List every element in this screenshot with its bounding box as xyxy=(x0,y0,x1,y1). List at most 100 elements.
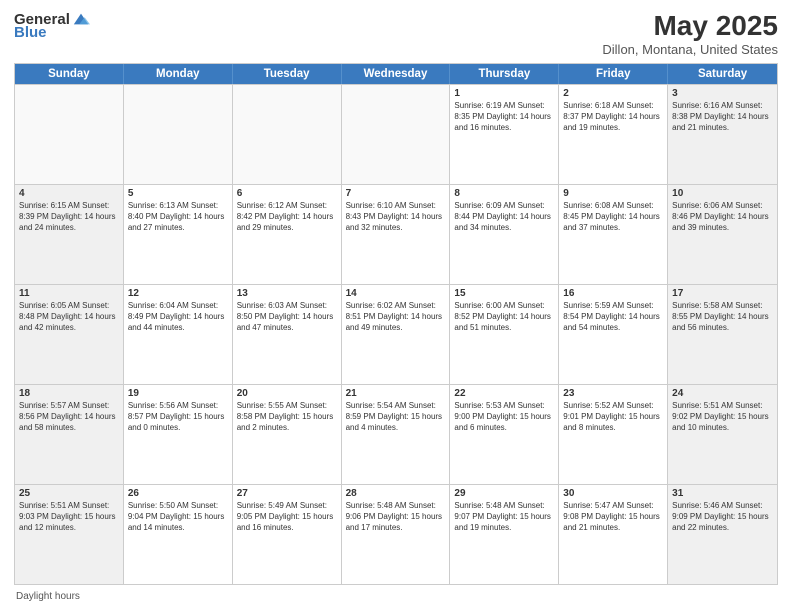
day-info-26: Sunrise: 5:50 AM Sunset: 9:04 PM Dayligh… xyxy=(128,501,228,533)
day-info-19: Sunrise: 5:56 AM Sunset: 8:57 PM Dayligh… xyxy=(128,401,228,433)
footer: Daylight hours xyxy=(14,591,778,602)
day-number-10: 10 xyxy=(672,188,773,199)
day-number-7: 7 xyxy=(346,188,446,199)
day-number-3: 3 xyxy=(672,88,773,99)
day-cell-30: 30 Sunrise: 5:47 AM Sunset: 9:08 PM Dayli… xyxy=(559,485,668,584)
day-info-3: Sunrise: 6:16 AM Sunset: 8:38 PM Dayligh… xyxy=(672,101,773,133)
day-cell-4: 4Sunrise: 6:15 AM Sunset: 8:39 PM Daylig… xyxy=(15,185,124,284)
title-area: May 2025 Dillon, Montana, United States xyxy=(602,10,778,57)
day-info-10: Sunrise: 6:06 AM Sunset: 8:46 PM Dayligh… xyxy=(672,201,773,233)
day-cell-27: 27Sunrise: 5:49 AM Sunset: 9:05 PM Dayli… xyxy=(233,485,342,584)
day-number-16: 16 xyxy=(563,288,663,299)
day-cell-5: 5Sunrise: 6:13 AM Sunset: 8:40 PM Daylig… xyxy=(124,185,233,284)
day-cell-7: 7Sunrise: 6:10 AM Sunset: 8:43 PM Daylig… xyxy=(342,185,451,284)
calendar-week-4: 18 Sunrise: 5:57 AM Sunset: 8:56 PM Dayli… xyxy=(15,384,777,484)
day-cell-29: 29 Sunrise: 5:48 AM Sunset: 9:07 PM Dayli… xyxy=(450,485,559,584)
calendar-header-cell-wednesday: Wednesday xyxy=(342,64,451,84)
day-info-1: Sunrise: 6:19 AM Sunset: 8:35 PM Dayligh… xyxy=(454,101,554,133)
calendar-header-cell-tuesday: Tuesday xyxy=(233,64,342,84)
day-info-23: Sunrise: 5:52 AM Sunset: 9:01 PM Dayligh… xyxy=(563,401,663,433)
day-number-18: 18 xyxy=(19,388,119,399)
day-info-24: Sunrise: 5:51 AM Sunset: 9:02 PM Dayligh… xyxy=(672,401,773,433)
day-cell-3: 3 Sunrise: 6:16 AM Sunset: 8:38 PM Daylig… xyxy=(668,85,777,184)
day-cell-23: 23 Sunrise: 5:52 AM Sunset: 9:01 PM Dayli… xyxy=(559,385,668,484)
day-cell-16: 16 Sunrise: 5:59 AM Sunset: 8:54 PM Dayli… xyxy=(559,285,668,384)
calendar-header-cell-saturday: Saturday xyxy=(668,64,777,84)
calendar-header-cell-monday: Monday xyxy=(124,64,233,84)
calendar-header-cell-friday: Friday xyxy=(559,64,668,84)
day-number-4: 4 xyxy=(19,188,119,199)
day-info-27: Sunrise: 5:49 AM Sunset: 9:05 PM Dayligh… xyxy=(237,501,337,533)
header: General Blue May 2025 Dillon, Montana, U… xyxy=(14,10,778,57)
day-number-23: 23 xyxy=(563,388,663,399)
day-number-8: 8 xyxy=(454,188,554,199)
day-cell-10: 10 Sunrise: 6:06 AM Sunset: 8:46 PM Dayli… xyxy=(668,185,777,284)
day-cell-19: 19Sunrise: 5:56 AM Sunset: 8:57 PM Dayli… xyxy=(124,385,233,484)
day-number-28: 28 xyxy=(346,488,446,499)
calendar-header: SundayMondayTuesdayWednesdayThursdayFrid… xyxy=(15,64,777,84)
empty-cell xyxy=(342,85,451,184)
day-number-13: 13 xyxy=(237,288,337,299)
day-cell-14: 14 Sunrise: 6:02 AM Sunset: 8:51 PM Dayli… xyxy=(342,285,451,384)
day-number-30: 30 xyxy=(563,488,663,499)
calendar-header-cell-sunday: Sunday xyxy=(15,64,124,84)
day-info-30: Sunrise: 5:47 AM Sunset: 9:08 PM Dayligh… xyxy=(563,501,663,533)
calendar-week-3: 11 Sunrise: 6:05 AM Sunset: 8:48 PM Dayli… xyxy=(15,284,777,384)
day-info-29: Sunrise: 5:48 AM Sunset: 9:07 PM Dayligh… xyxy=(454,501,554,533)
day-cell-1: 1 Sunrise: 6:19 AM Sunset: 8:35 PM Daylig… xyxy=(450,85,559,184)
day-cell-22: 22Sunrise: 5:53 AM Sunset: 9:00 PM Dayli… xyxy=(450,385,559,484)
day-info-16: Sunrise: 5:59 AM Sunset: 8:54 PM Dayligh… xyxy=(563,301,663,333)
day-info-12: Sunrise: 6:04 AM Sunset: 8:49 PM Dayligh… xyxy=(128,301,228,333)
day-info-25: Sunrise: 5:51 AM Sunset: 9:03 PM Dayligh… xyxy=(19,501,119,533)
day-cell-13: 13 Sunrise: 6:03 AM Sunset: 8:50 PM Dayli… xyxy=(233,285,342,384)
logo-icon xyxy=(72,10,90,28)
day-cell-2: 2Sunrise: 6:18 AM Sunset: 8:37 PM Daylig… xyxy=(559,85,668,184)
day-info-22: Sunrise: 5:53 AM Sunset: 9:00 PM Dayligh… xyxy=(454,401,554,433)
day-number-9: 9 xyxy=(563,188,663,199)
empty-cell xyxy=(15,85,124,184)
day-number-25: 25 xyxy=(19,488,119,499)
day-cell-6: 6 Sunrise: 6:12 AM Sunset: 8:42 PM Daylig… xyxy=(233,185,342,284)
empty-cell xyxy=(124,85,233,184)
calendar-week-2: 4Sunrise: 6:15 AM Sunset: 8:39 PM Daylig… xyxy=(15,184,777,284)
day-info-14: Sunrise: 6:02 AM Sunset: 8:51 PM Dayligh… xyxy=(346,301,446,333)
day-cell-24: 24 Sunrise: 5:51 AM Sunset: 9:02 PM Dayli… xyxy=(668,385,777,484)
day-number-2: 2 xyxy=(563,88,663,99)
empty-cell xyxy=(233,85,342,184)
day-info-28: Sunrise: 5:48 AM Sunset: 9:06 PM Dayligh… xyxy=(346,501,446,533)
day-cell-15: 15Sunrise: 6:00 AM Sunset: 8:52 PM Dayli… xyxy=(450,285,559,384)
day-number-1: 1 xyxy=(454,88,554,99)
day-number-12: 12 xyxy=(128,288,228,299)
day-cell-20: 20Sunrise: 5:55 AM Sunset: 8:58 PM Dayli… xyxy=(233,385,342,484)
day-info-15: Sunrise: 6:00 AM Sunset: 8:52 PM Dayligh… xyxy=(454,301,554,333)
day-cell-25: 25 Sunrise: 5:51 AM Sunset: 9:03 PM Dayli… xyxy=(15,485,124,584)
main-title: May 2025 xyxy=(602,10,778,42)
day-cell-8: 8 Sunrise: 6:09 AM Sunset: 8:44 PM Daylig… xyxy=(450,185,559,284)
day-cell-17: 17Sunrise: 5:58 AM Sunset: 8:55 PM Dayli… xyxy=(668,285,777,384)
day-number-6: 6 xyxy=(237,188,337,199)
day-number-11: 11 xyxy=(19,288,119,299)
day-info-18: Sunrise: 5:57 AM Sunset: 8:56 PM Dayligh… xyxy=(19,401,119,433)
day-cell-11: 11 Sunrise: 6:05 AM Sunset: 8:48 PM Dayli… xyxy=(15,285,124,384)
day-number-24: 24 xyxy=(672,388,773,399)
day-info-13: Sunrise: 6:03 AM Sunset: 8:50 PM Dayligh… xyxy=(237,301,337,333)
day-number-14: 14 xyxy=(346,288,446,299)
day-cell-12: 12 Sunrise: 6:04 AM Sunset: 8:49 PM Dayli… xyxy=(124,285,233,384)
day-cell-31: 31 Sunrise: 5:46 AM Sunset: 9:09 PM Dayli… xyxy=(668,485,777,584)
day-info-6: Sunrise: 6:12 AM Sunset: 8:42 PM Dayligh… xyxy=(237,201,337,233)
calendar-header-cell-thursday: Thursday xyxy=(450,64,559,84)
day-info-8: Sunrise: 6:09 AM Sunset: 8:44 PM Dayligh… xyxy=(454,201,554,233)
calendar-week-1: 1 Sunrise: 6:19 AM Sunset: 8:35 PM Daylig… xyxy=(15,84,777,184)
day-number-29: 29 xyxy=(454,488,554,499)
day-info-31: Sunrise: 5:46 AM Sunset: 9:09 PM Dayligh… xyxy=(672,501,773,533)
page: General Blue May 2025 Dillon, Montana, U… xyxy=(0,0,792,612)
day-info-5: Sunrise: 6:13 AM Sunset: 8:40 PM Dayligh… xyxy=(128,201,228,233)
daylight-label: Daylight hours xyxy=(16,591,80,602)
logo-blue: Blue xyxy=(14,24,47,41)
calendar-body: 1 Sunrise: 6:19 AM Sunset: 8:35 PM Daylig… xyxy=(15,84,777,584)
subtitle: Dillon, Montana, United States xyxy=(602,42,778,57)
day-number-31: 31 xyxy=(672,488,773,499)
day-info-11: Sunrise: 6:05 AM Sunset: 8:48 PM Dayligh… xyxy=(19,301,119,333)
calendar: SundayMondayTuesdayWednesdayThursdayFrid… xyxy=(14,63,778,585)
day-cell-28: 28 Sunrise: 5:48 AM Sunset: 9:06 PM Dayli… xyxy=(342,485,451,584)
